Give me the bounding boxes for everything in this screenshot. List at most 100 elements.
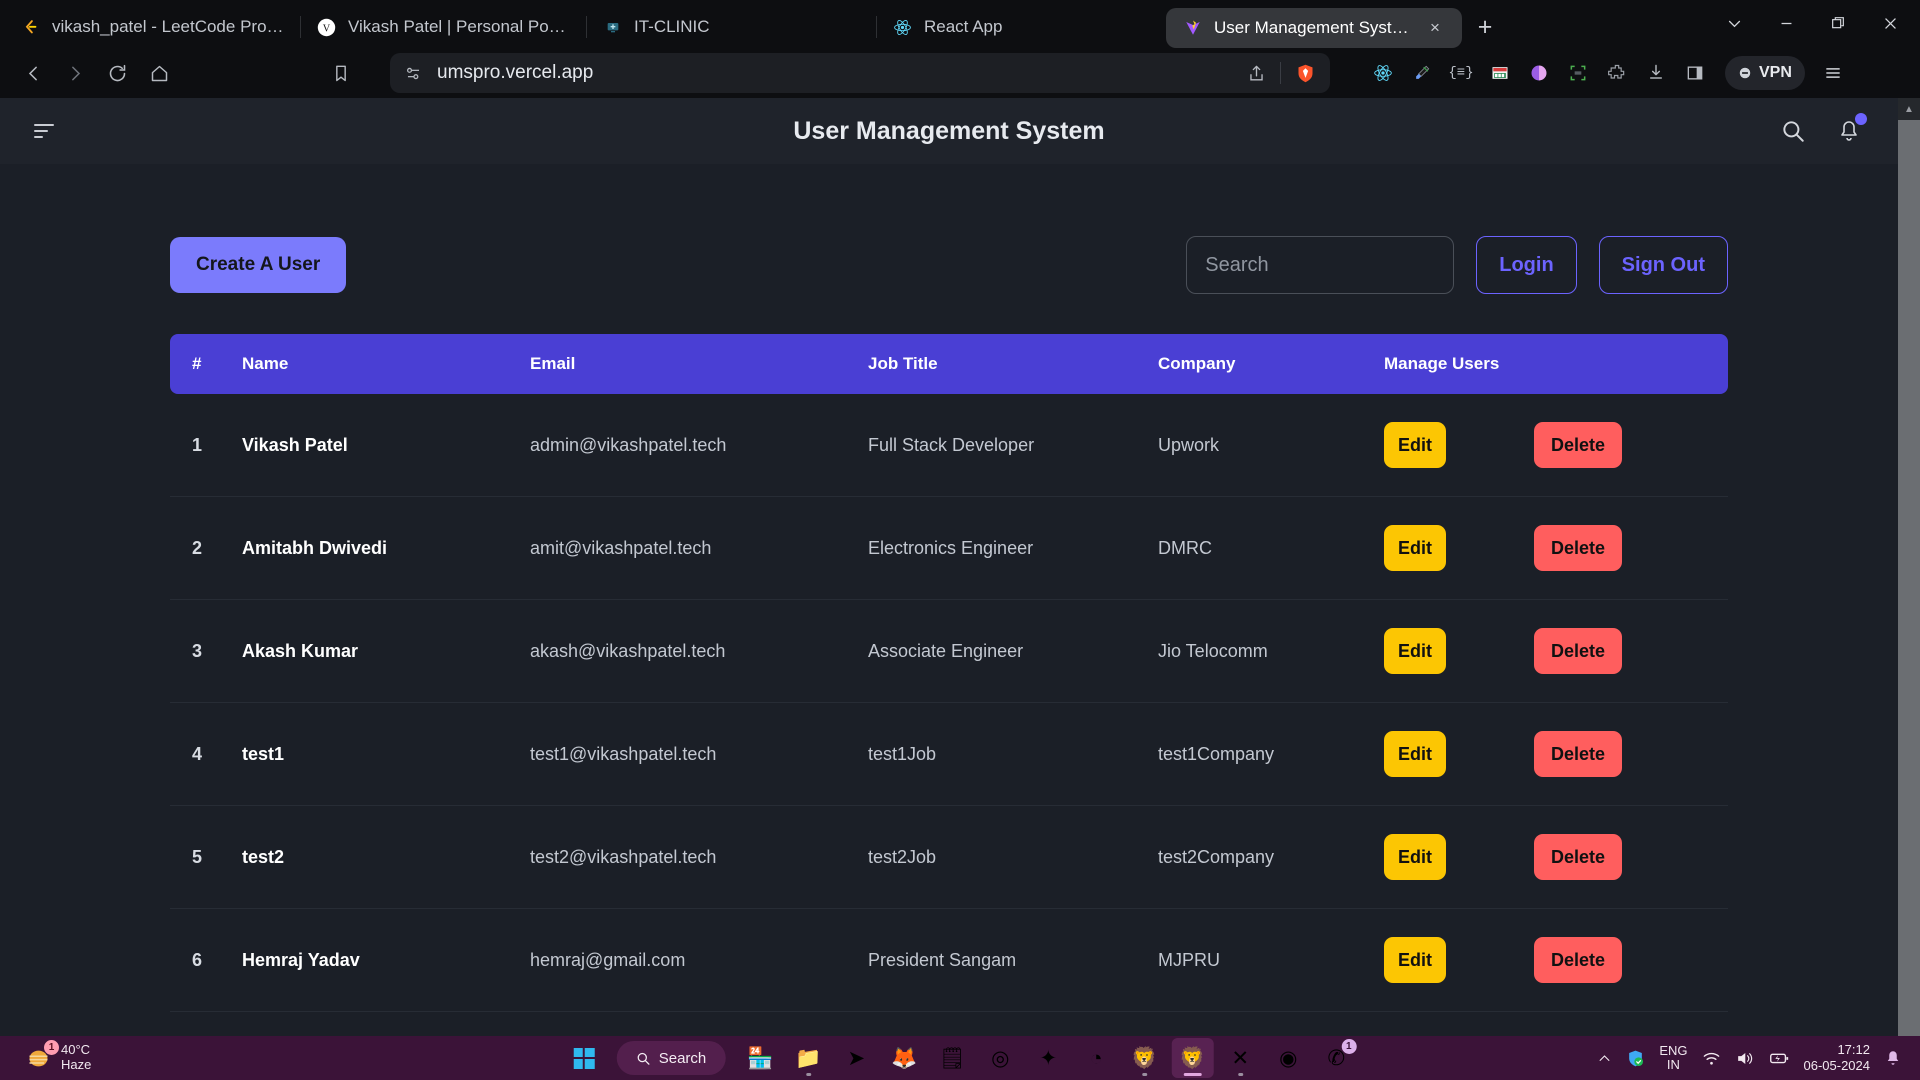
site-settings-icon[interactable] (404, 64, 423, 83)
language-indicator[interactable]: ENG IN (1659, 1043, 1687, 1073)
delete-button[interactable]: Delete (1534, 834, 1622, 880)
cell-name: Amitabh Dwivedi (242, 537, 388, 558)
scrollbar-thumb[interactable] (1898, 120, 1920, 1036)
firefox-icon[interactable]: 🦊 (883, 1038, 925, 1078)
table-row: 2 Amitabh Dwivedi amit@vikashpatel.tech Ele… (170, 497, 1728, 600)
tab-search-icon[interactable] (1708, 3, 1760, 43)
page-scrollbar[interactable]: ▲ (1898, 98, 1920, 1036)
downloads-icon[interactable] (1639, 56, 1673, 90)
column-header-index[interactable]: # (170, 334, 242, 394)
taskbar-apps: 🏪 📁 ➤ 🦊 🗒 ◎ ✦ ◔ 🦁 🦁 ✕ ◉ ✆ 1 (739, 1038, 1357, 1078)
json-formatter-icon[interactable]: {≡} (1444, 56, 1478, 90)
edit-button[interactable]: Edit (1384, 422, 1446, 468)
eyedropper-icon[interactable] (1405, 56, 1439, 90)
delete-button[interactable]: Delete (1534, 628, 1622, 674)
scroll-up-icon[interactable]: ▲ (1898, 98, 1920, 120)
bookmark-icon[interactable] (322, 54, 360, 92)
delete-button[interactable]: Delete (1534, 525, 1622, 571)
windows-security-icon[interactable] (1626, 1049, 1645, 1068)
sidebar-icon[interactable] (1678, 56, 1712, 90)
search-icon[interactable] (1778, 116, 1808, 146)
column-header-company[interactable]: Company (1158, 334, 1384, 394)
notification-bell-icon[interactable] (1884, 1049, 1902, 1067)
cell-job-title: Associate Engineer (868, 640, 1024, 661)
create-a-user-button[interactable]: Create A User (170, 237, 347, 293)
extensions-puzzle-icon[interactable] (1600, 56, 1634, 90)
weather-widget[interactable]: 1 40°C Haze (14, 1040, 101, 1073)
close-icon[interactable]: × (1424, 17, 1446, 39)
vpn-button[interactable]: VPN (1725, 56, 1805, 90)
browser-tab-1[interactable]: V Vikash Patel | Personal Portfolio (300, 6, 586, 48)
cell-actions: Edit Delete (1384, 600, 1728, 703)
volume-icon[interactable] (1735, 1049, 1754, 1068)
it-clinic-icon (602, 17, 623, 38)
app-badge: 1 (1341, 1039, 1357, 1054)
browser-tab-3[interactable]: React App (876, 6, 1166, 48)
edit-button[interactable]: Edit (1384, 628, 1446, 674)
search-input[interactable] (1186, 236, 1455, 294)
taskbar-search[interactable]: Search (616, 1041, 726, 1075)
browser-toolbar: umspro.vercel.app {≡} VPN (0, 48, 1920, 98)
home-icon[interactable] (140, 54, 178, 92)
edit-button[interactable]: Edit (1384, 525, 1446, 571)
whatsapp-icon[interactable]: ✆ 1 (1315, 1038, 1357, 1078)
edit-button[interactable]: Edit (1384, 937, 1446, 983)
browser-tab-2[interactable]: IT-CLINIC (586, 6, 876, 48)
wifi-icon[interactable] (1702, 1049, 1721, 1068)
restore-icon[interactable] (1812, 3, 1864, 43)
delete-button[interactable]: Delete (1534, 937, 1622, 983)
browser-window: vikash_patel - LeetCode Profile V Vikash… (0, 0, 1920, 1036)
clock[interactable]: 17:12 06-05-2024 (1804, 1042, 1871, 1073)
microsoft-store-icon[interactable]: 🏪 (739, 1038, 781, 1078)
delete-button[interactable]: Delete (1534, 422, 1622, 468)
vite-icon (1182, 18, 1203, 39)
table-row: 7Jay Pratapjp1234@gmail.comJava Develope… (170, 1012, 1728, 1037)
column-header-job-title[interactable]: Job Title (868, 334, 1158, 394)
hamburger-menu-icon[interactable] (34, 114, 68, 148)
users-table: # Name Email Job Title Company Manage Us… (170, 334, 1728, 1036)
forward-icon[interactable] (56, 54, 94, 92)
react-devtools-icon[interactable] (1366, 56, 1400, 90)
bell-icon[interactable] (1834, 113, 1867, 146)
delete-button[interactable]: Delete (1534, 731, 1622, 777)
google-chrome-icon[interactable]: ◉ (1267, 1038, 1309, 1078)
microsoft-edge-icon[interactable]: ◔ (1075, 1038, 1117, 1078)
start-button[interactable] (563, 1038, 605, 1078)
share-icon[interactable] (1247, 64, 1266, 83)
telegram-icon[interactable]: ➤ (835, 1038, 877, 1078)
browser-tab-0[interactable]: vikash_patel - LeetCode Profile (4, 6, 300, 48)
chevron-up-icon[interactable] (1597, 1051, 1612, 1066)
address-bar[interactable]: umspro.vercel.app (390, 53, 1330, 93)
wappalyzer-icon[interactable] (1483, 56, 1517, 90)
browser-tab-label: React App (924, 17, 1003, 36)
cell-index: 1 (192, 434, 203, 455)
copilot-icon[interactable]: ✦ (1027, 1038, 1069, 1078)
notepad-icon[interactable]: 🗒 (931, 1038, 973, 1078)
minimize-icon[interactable] (1760, 3, 1812, 43)
browser-menu-icon[interactable] (1816, 56, 1850, 90)
column-header-name[interactable]: Name (242, 334, 530, 394)
screenshot-icon[interactable] (1561, 56, 1595, 90)
brave-beta-icon[interactable]: 🦁 (1123, 1038, 1165, 1078)
color-picker-icon[interactable] (1522, 56, 1556, 90)
window-controls (1708, 3, 1916, 43)
chatgpt-icon[interactable]: ◎ (979, 1038, 1021, 1078)
edit-button[interactable]: Edit (1384, 731, 1446, 777)
reload-icon[interactable] (98, 54, 136, 92)
browser-tab-4-active[interactable]: User Management System × (1166, 8, 1462, 48)
react-icon (892, 17, 913, 38)
login-button[interactable]: Login (1476, 236, 1577, 294)
file-explorer-icon[interactable]: 📁 (787, 1038, 829, 1078)
column-header-email[interactable]: Email (530, 334, 868, 394)
close-window-icon[interactable] (1864, 3, 1916, 43)
edit-button[interactable]: Edit (1384, 834, 1446, 880)
sign-out-button[interactable]: Sign Out (1598, 236, 1728, 294)
back-icon[interactable] (14, 54, 52, 92)
cell-name: Akash Kumar (242, 640, 359, 661)
new-tab-button[interactable]: + (1466, 8, 1504, 46)
battery-charging-icon[interactable] (1768, 1047, 1790, 1069)
brave-browser-icon[interactable]: 🦁 (1171, 1038, 1214, 1078)
vs-code-icon[interactable]: ✕ (1219, 1038, 1261, 1078)
column-header-manage-users[interactable]: Manage Users (1384, 334, 1728, 394)
brave-shields-icon[interactable] (1295, 63, 1316, 84)
